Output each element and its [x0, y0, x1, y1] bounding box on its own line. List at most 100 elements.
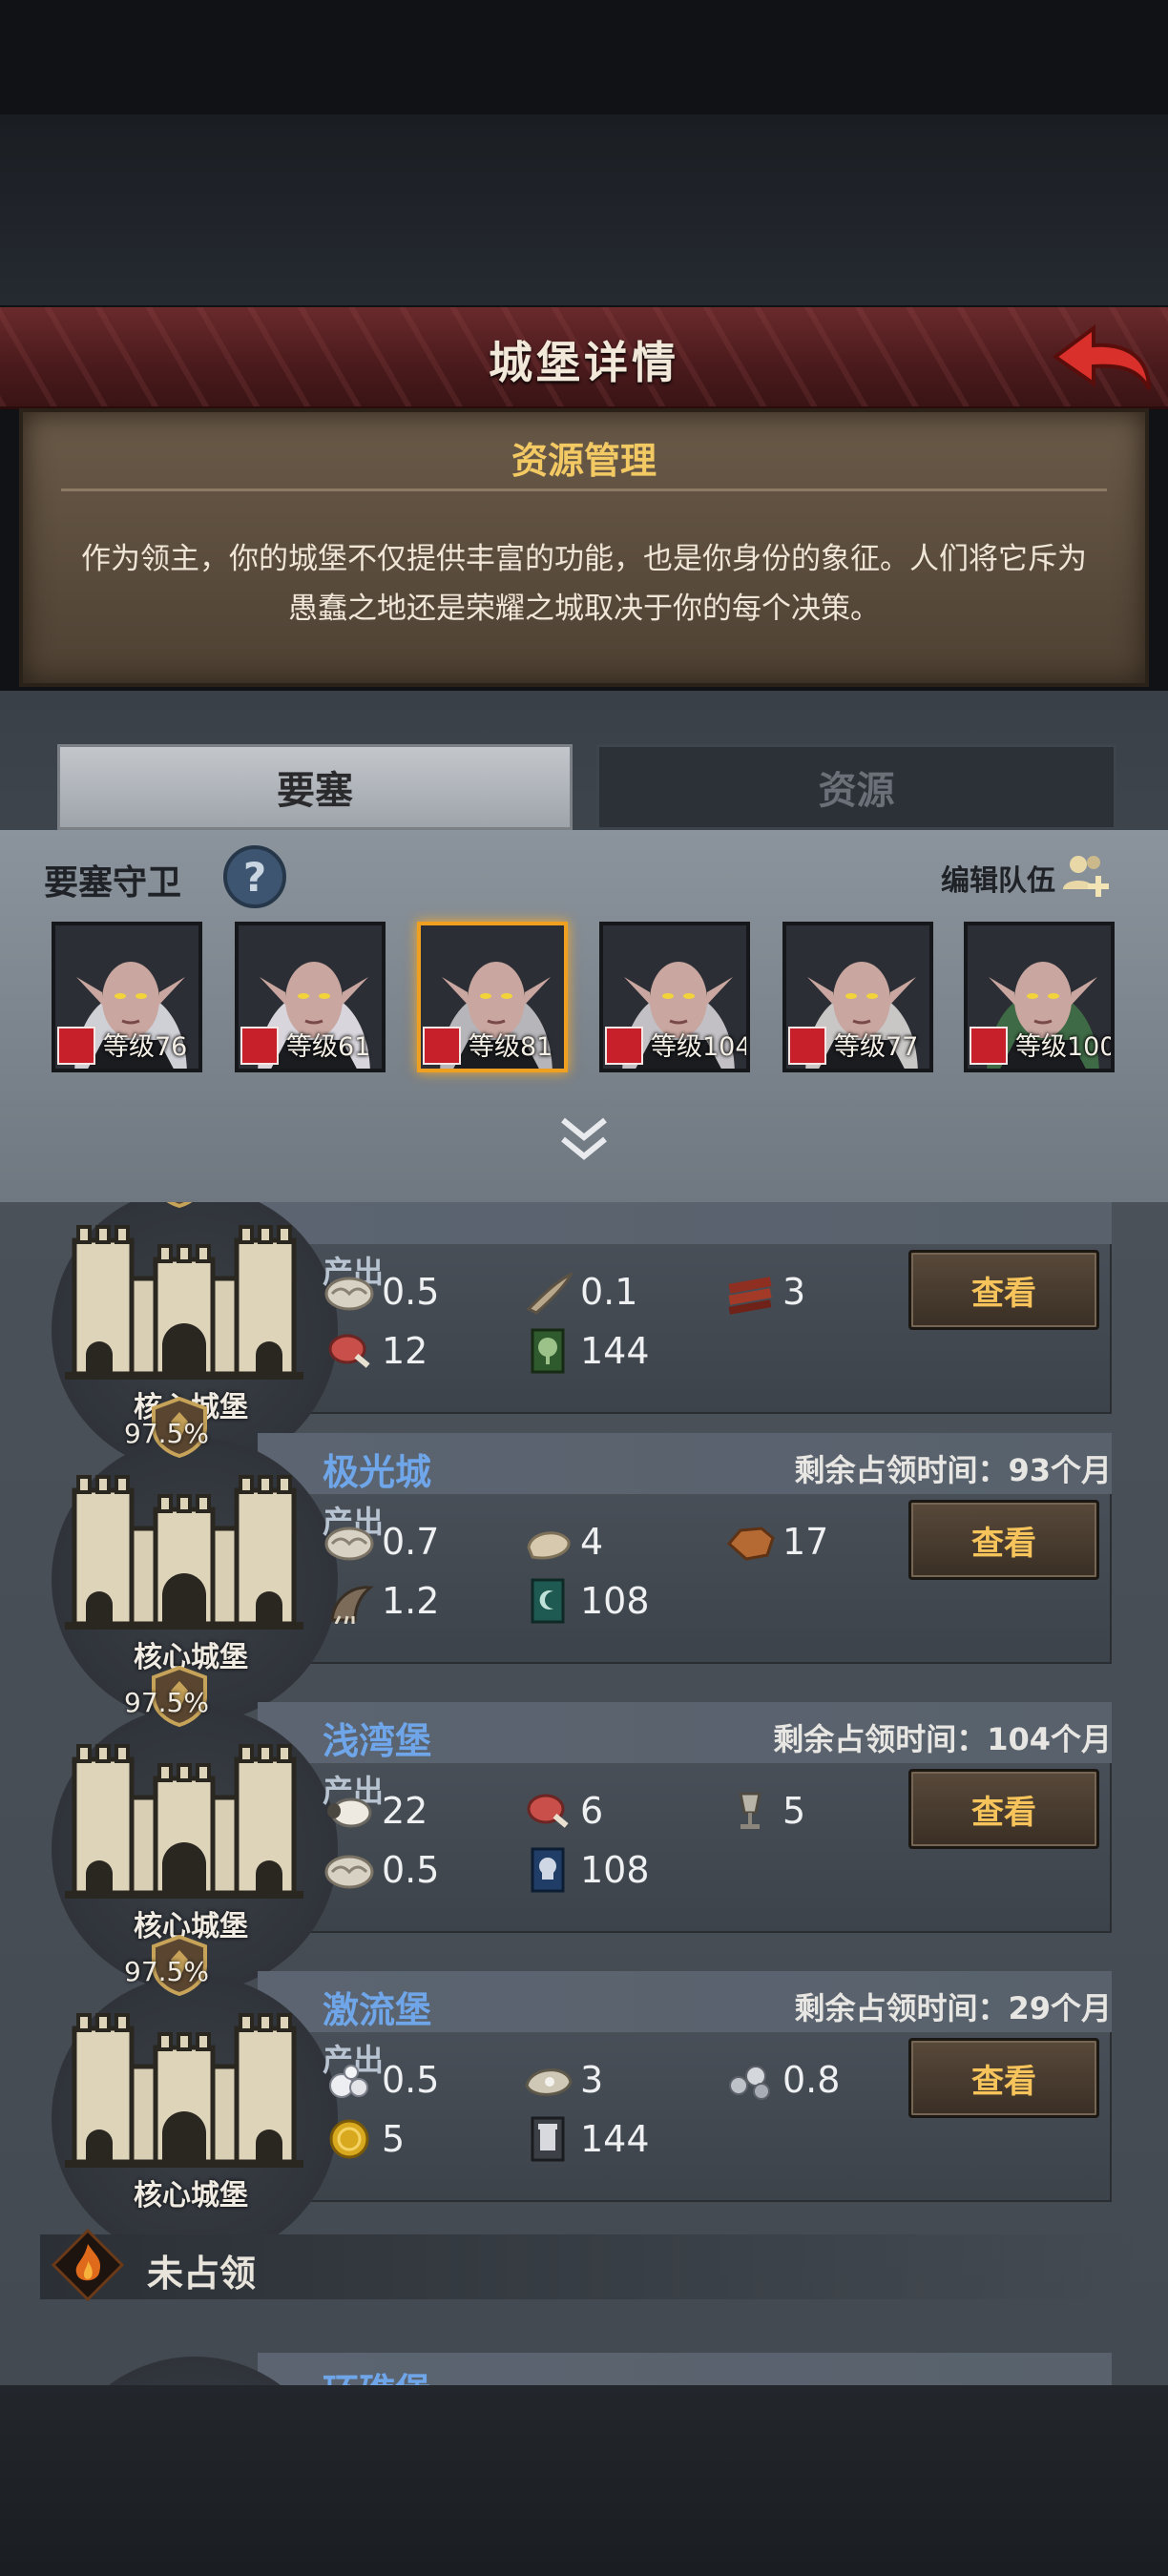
hero-level: 等级81	[469, 1032, 553, 1062]
hero-portrait[interactable]: 等级77	[782, 922, 933, 1072]
resource-value: 4	[580, 1521, 604, 1563]
gold-coin-icon	[329, 2119, 369, 2159]
resource-value: 0.8	[782, 2059, 841, 2101]
castle-card: 97.5% 核心城堡 浅湾堡 剩余占领时间：104个月 产出 22 6 5 0.5 108 查看	[38, 1665, 1112, 1992]
view-button[interactable]: 查看	[908, 1500, 1099, 1580]
tree-banner-icon	[531, 1328, 565, 1374]
view-button[interactable]: 查看	[908, 1250, 1099, 1330]
sheep-icon	[327, 1797, 372, 1828]
tab-resources[interactable]: 资源	[596, 744, 1116, 830]
skull-banner-icon	[531, 1847, 565, 1893]
hero-portrait[interactable]: 等级81	[417, 922, 568, 1072]
info-title: 资源管理	[511, 440, 657, 482]
resource-item: 0.5	[323, 2057, 439, 2103]
resource-value: 5	[382, 2118, 406, 2160]
card-header	[258, 1202, 1112, 1244]
remaining-time: 剩余占领时间：29个月	[794, 1990, 1112, 2026]
castle-card: 核心城堡产出0.50.1312144查看	[38, 1202, 1112, 1473]
resource-value: 6	[580, 1790, 604, 1832]
castle-list[interactable]: 核心城堡产出0.50.1312144查看97.5%核心城堡极光城剩余占领时间：9…	[0, 1202, 1168, 2385]
fire-icon	[51, 2228, 125, 2302]
oyster-icon	[525, 2068, 573, 2096]
resource-item: 108	[521, 1578, 650, 1624]
hero-portrait[interactable]: 等级61	[235, 922, 386, 1072]
expand-chevron-icon[interactable]	[555, 1111, 613, 1168]
resource-item: 0.7	[323, 1519, 439, 1565]
resource-value: 0.5	[382, 2059, 440, 2101]
city-name: 极光城	[323, 1451, 432, 1493]
edit-team-button[interactable]: 编辑队伍	[941, 857, 1055, 899]
resource-item: 22	[323, 1788, 428, 1834]
resource-item: 4	[521, 1519, 603, 1565]
remaining-time: 剩余占领时间：93个月	[794, 1452, 1112, 1488]
resource-item: 144	[521, 1328, 650, 1374]
resource-item: 3	[723, 1269, 805, 1315]
resource-value: 12	[382, 1330, 428, 1372]
occupation-percent: 97.5%	[124, 1418, 209, 1449]
resource-value: 17	[782, 1521, 829, 1563]
resource-value: 144	[580, 1330, 650, 1372]
remaining-time: 剩余占领时间：104个月	[773, 1721, 1112, 1757]
title-bar: 城堡详情	[0, 307, 1168, 409]
class-badge-icon	[57, 1027, 95, 1065]
resource-value: 0.5	[382, 1849, 440, 1891]
pearls-icon	[329, 2065, 368, 2098]
back-button[interactable]	[1050, 321, 1155, 397]
wool-icon	[324, 1277, 374, 1311]
resource-item: 144	[521, 2116, 650, 2162]
bottom-bar	[0, 2385, 1168, 2576]
resource-value: 144	[580, 2118, 650, 2160]
class-badge-icon	[423, 1027, 461, 1065]
goblet-icon	[739, 1792, 761, 1829]
castle-icon	[65, 1744, 303, 1899]
resource-item: 3	[521, 2057, 603, 2103]
meat-icon	[328, 1334, 370, 1368]
class-badge-icon	[240, 1027, 279, 1065]
resource-item: 5	[723, 1788, 805, 1834]
castle-card: 97.5% 核心城堡 极光城 剩余占领时间：93个月 产出 0.7 4 17 1.2 108 查看	[38, 1396, 1112, 1723]
guard-label: 要塞守卫	[44, 863, 182, 903]
resource-value: 0.1	[580, 1271, 638, 1313]
occupation-percent: 97.5%	[124, 1956, 209, 1987]
class-badge-icon	[788, 1027, 826, 1065]
resource-value: 1.2	[382, 1580, 440, 1622]
info-text: 作为领主，你的城堡不仅提供丰富的功能，也是你身份的象征。人们将它斥为愚蠢之地还是…	[81, 542, 1087, 626]
unoccupied-label: 未占领	[147, 2253, 257, 2295]
claw-icon	[330, 1586, 374, 1624]
hero-level: 等级100	[1015, 1032, 1115, 1062]
hero-level: 等级76	[103, 1032, 188, 1062]
moon-banner-icon	[531, 1578, 565, 1624]
hero-portrait[interactable]: 等级104	[599, 922, 750, 1072]
info-divider	[61, 488, 1107, 491]
info-panel: 资源管理 作为领主，你的城堡不仅提供丰富的功能，也是你身份的象征。人们将它斥为愚…	[19, 408, 1149, 687]
hero-level: 等级61	[286, 1032, 371, 1062]
resource-item: 0.1	[521, 1269, 637, 1315]
wool-icon	[324, 1527, 374, 1561]
shield-icon	[166, 1202, 193, 1208]
city-name: 浅湾堡	[323, 1720, 432, 1762]
hide-icon	[726, 1527, 775, 1561]
castle-icon	[65, 1475, 303, 1630]
resource-value: 0.5	[382, 1271, 440, 1313]
hero-portrait[interactable]: 等级100	[964, 922, 1115, 1072]
resource-value: 3	[782, 1271, 806, 1313]
view-button[interactable]: 查看	[908, 1769, 1099, 1849]
back-arrow-icon	[1052, 324, 1151, 390]
city-name: 环礁堡	[323, 2362, 431, 2385]
resource-item: 0.5	[323, 1847, 439, 1893]
tab-fortress[interactable]: 要塞	[57, 744, 573, 830]
silver-ore-icon	[729, 2066, 770, 2100]
hero-portrait[interactable]: 等级76	[52, 922, 202, 1072]
castle-type-label: 核心城堡	[134, 2179, 248, 2212]
view-button[interactable]: 查看	[908, 2038, 1099, 2118]
help-icon[interactable]: ?	[223, 845, 286, 908]
resource-item: 6	[521, 1788, 603, 1834]
castle-card: 97.5% 核心城堡 激流堡 剩余占领时间：29个月 产出 0.5 3 0.8 5 144 查看	[38, 1934, 1112, 2261]
top-backdrop	[0, 114, 1168, 305]
resource-value: 0.7	[382, 1521, 440, 1563]
hero-level: 等级77	[834, 1032, 919, 1062]
resource-item: 0.8	[723, 2057, 840, 2103]
team-add-icon[interactable]	[1059, 849, 1113, 903]
horn-icon	[526, 1272, 574, 1315]
fleece-icon	[527, 1531, 571, 1560]
